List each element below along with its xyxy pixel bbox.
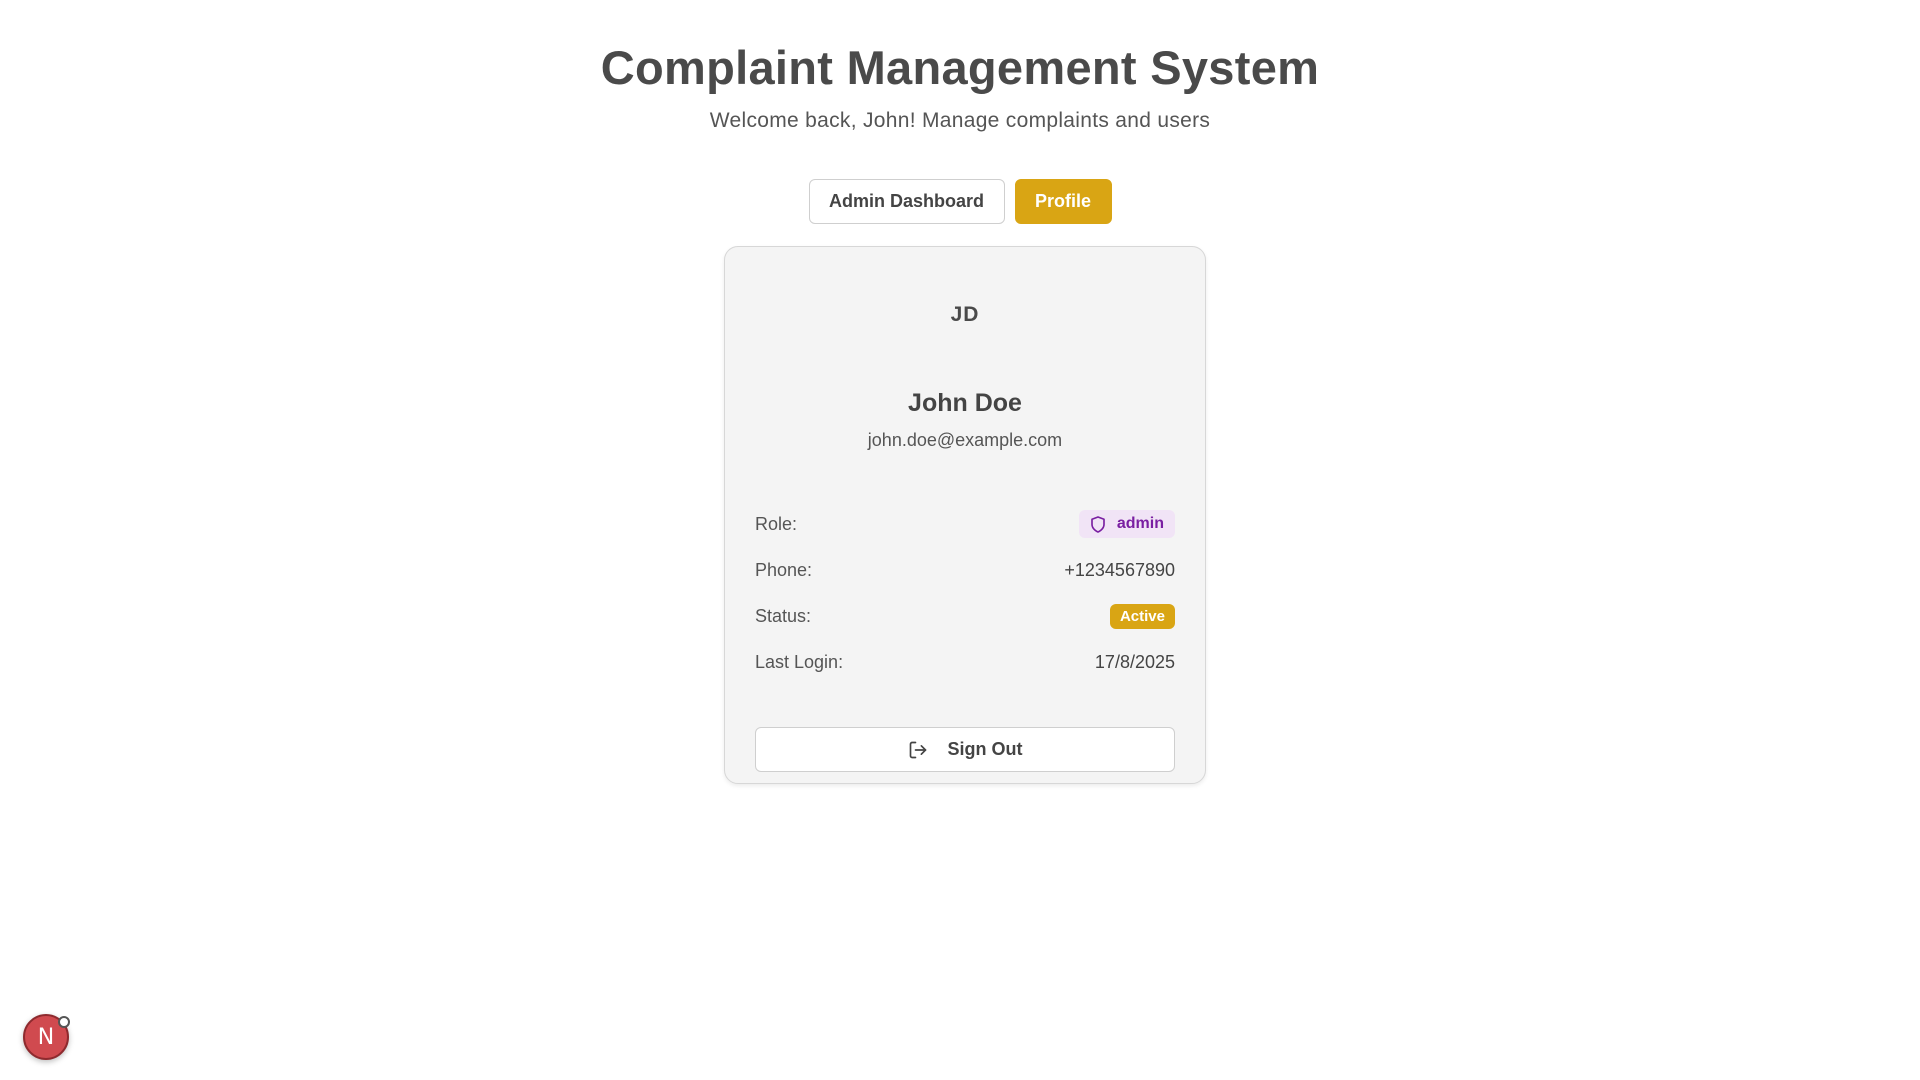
dev-badge-letter: N: [37, 1024, 55, 1050]
user-name: John Doe: [908, 389, 1022, 417]
welcome-subtitle: Welcome back, John! Manage complaints an…: [709, 109, 1211, 132]
phone-value: +1234567890: [1064, 559, 1175, 580]
info-row-status: Status: Active: [755, 593, 1175, 639]
user-email: john.doe@example.com: [867, 430, 1063, 450]
log-out-icon: [908, 740, 928, 760]
page: Complaint Management System Welcome back…: [0, 0, 1920, 1080]
info-row-last-login: Last Login: 17/8/2025: [755, 639, 1175, 685]
tab-profile[interactable]: Profile: [1014, 179, 1112, 224]
shield-icon: [1089, 515, 1107, 534]
page-title: Complaint Management System: [600, 41, 1320, 94]
profile-info-list: Role: admin Phone: +1234567890 Status: A…: [755, 501, 1175, 685]
profile-card: JD John Doe john.doe@example.com Role: a…: [724, 246, 1206, 784]
info-row-role: Role: admin: [755, 501, 1175, 547]
status-label: Status:: [755, 605, 812, 626]
status-badge: Active: [1109, 603, 1175, 629]
sign-out-label: Sign Out: [947, 739, 1023, 759]
nav-tabs: Admin Dashboard Profile: [0, 179, 1920, 224]
sign-out-button[interactable]: Sign Out: [755, 727, 1175, 772]
dev-indicator-dot: [58, 1016, 70, 1028]
last-login-value: 17/8/2025: [1094, 651, 1175, 672]
info-row-phone: Phone: +1234567890: [755, 547, 1175, 593]
phone-label: Phone:: [755, 559, 813, 580]
avatar: JD: [950, 303, 980, 326]
role-label: Role:: [755, 513, 798, 534]
page-header: Complaint Management System Welcome back…: [0, 0, 1920, 133]
role-value: admin: [1116, 515, 1164, 532]
tab-admin-dashboard[interactable]: Admin Dashboard: [808, 179, 1005, 224]
last-login-label: Last Login:: [755, 651, 844, 672]
role-badge: admin: [1078, 510, 1175, 538]
